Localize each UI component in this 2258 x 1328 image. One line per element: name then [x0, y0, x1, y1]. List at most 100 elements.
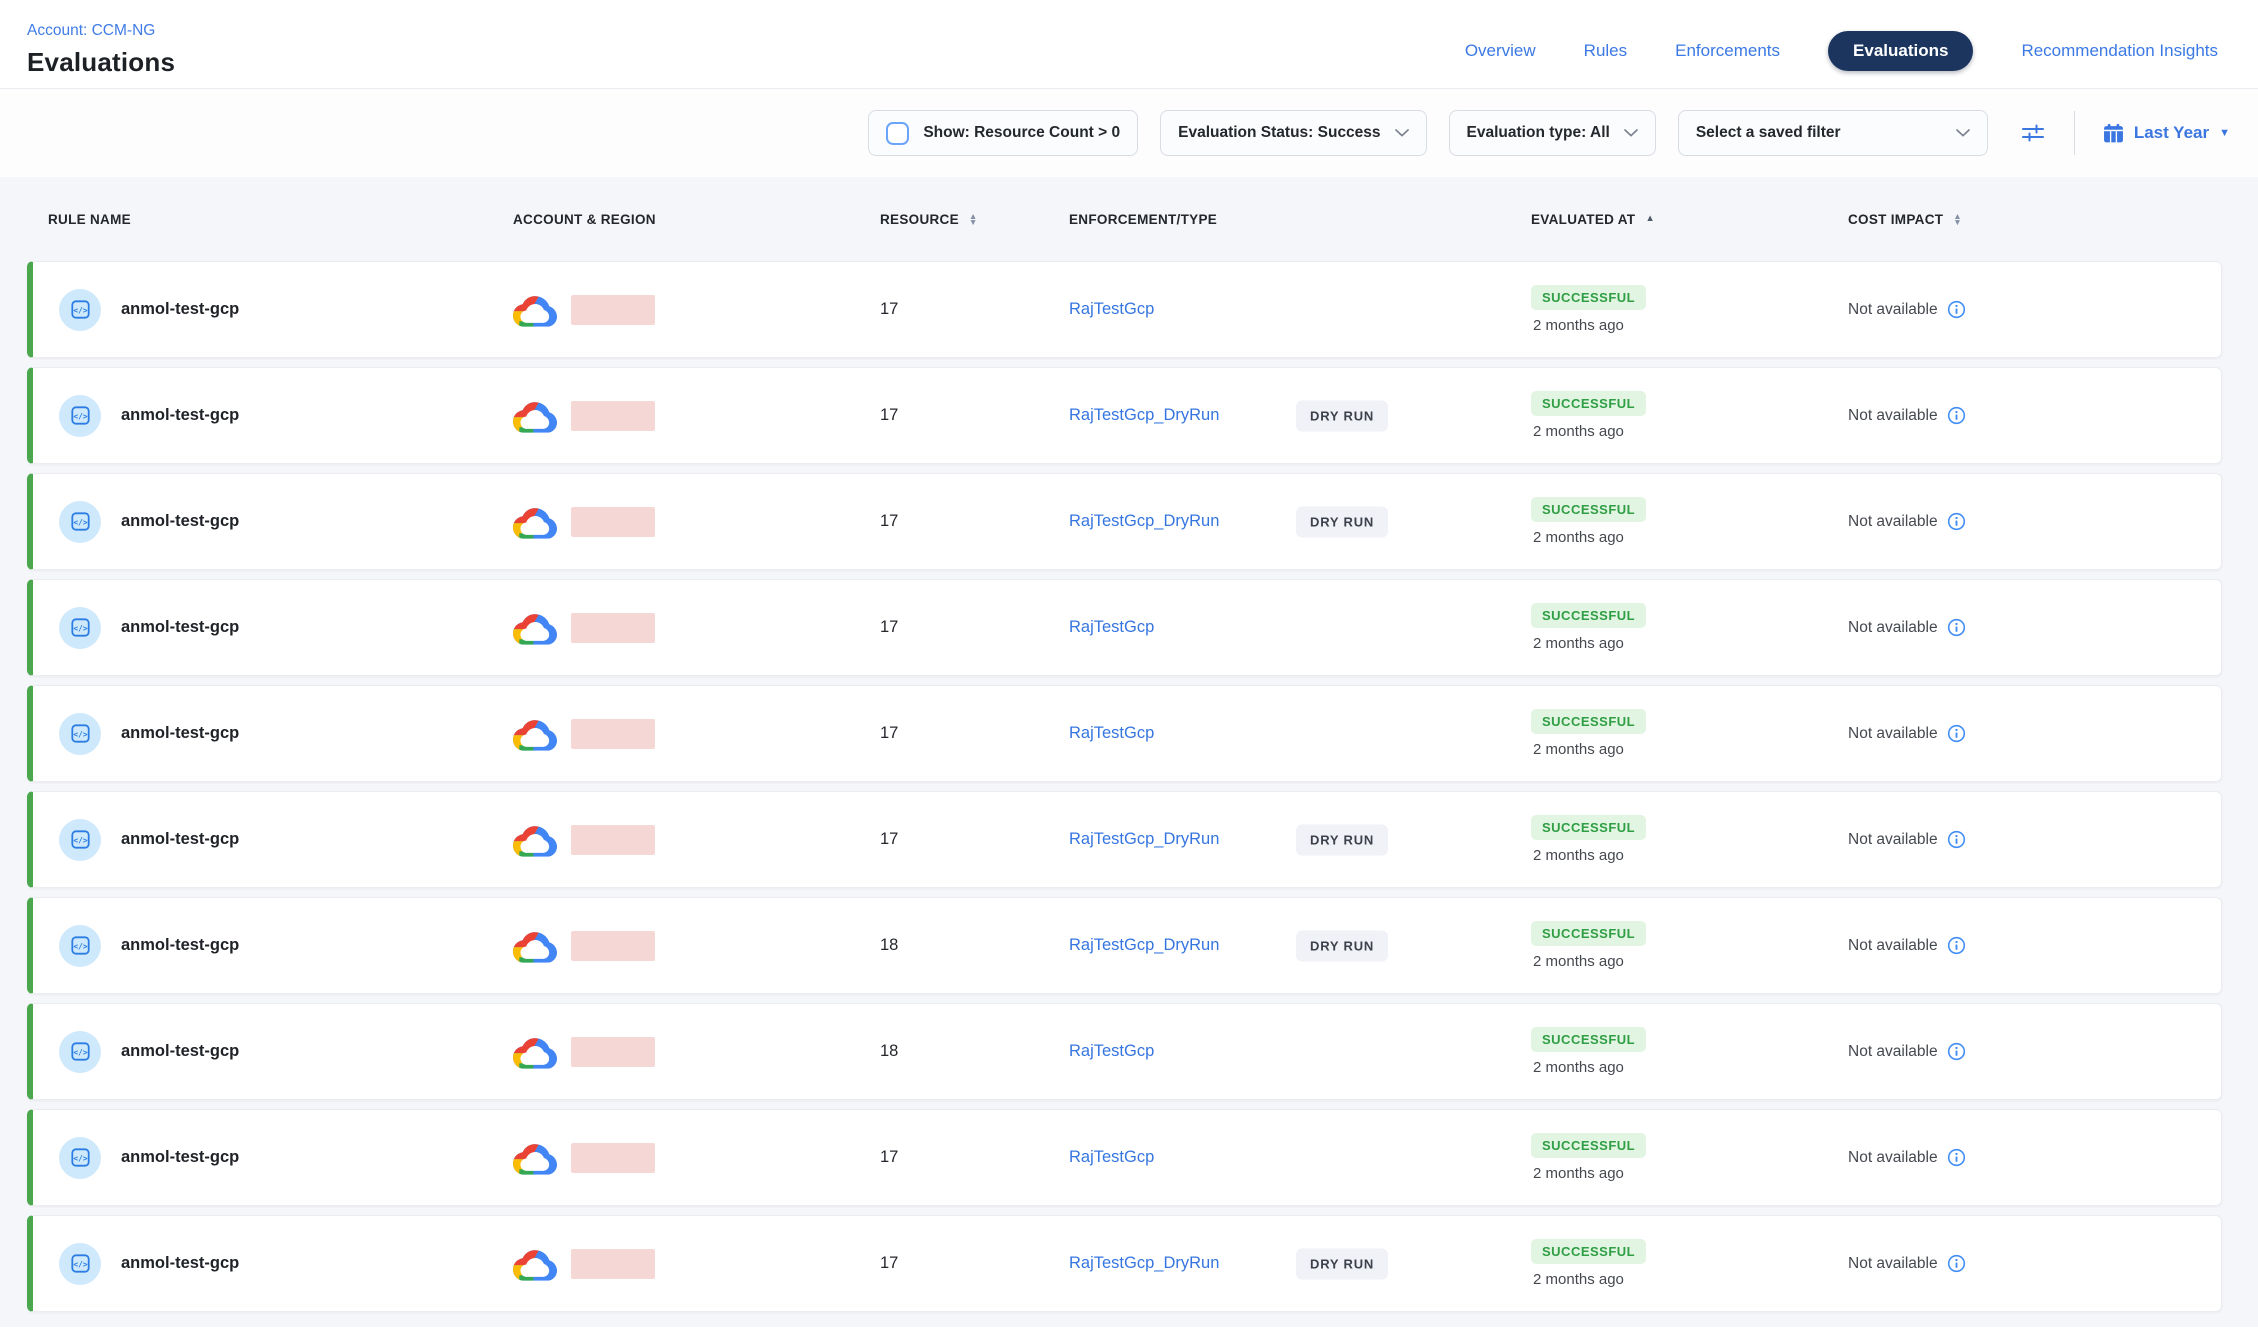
evaluation-type-dropdown[interactable]: Evaluation type: All — [1449, 110, 1656, 156]
info-icon[interactable] — [1947, 830, 1966, 849]
evaluation-status-dropdown[interactable]: Evaluation Status: Success — [1160, 110, 1426, 156]
table-row[interactable]: anmol-test-gcp 17 RajTestGcp SUCCESSFUL … — [27, 579, 2222, 676]
tab-recommendation-insights[interactable]: Recommendation Insights — [2021, 31, 2218, 71]
date-range-picker[interactable]: Last Year ▼ — [2103, 123, 2230, 144]
cost-impact-cell: Not available — [1848, 1148, 2221, 1167]
gcp-cloud-icon — [513, 1246, 557, 1281]
table-row[interactable]: anmol-test-gcp 17 RajTestGcp SUCCESSFUL … — [27, 261, 2222, 358]
account-breadcrumb[interactable]: Account: CCM-NG — [27, 22, 155, 40]
evaluated-at-cell: SUCCESSFUL 2 months ago — [1531, 1239, 1848, 1288]
rule-icon — [59, 713, 101, 755]
enforcement-link[interactable]: RajTestGcp — [1069, 300, 1154, 319]
table-row[interactable]: anmol-test-gcp 17 RajTestGcp SUCCESSFUL … — [27, 1109, 2222, 1206]
info-icon[interactable] — [1947, 512, 1966, 531]
cost-impact-value: Not available — [1848, 937, 1938, 955]
evaluated-time: 2 months ago — [1531, 847, 1624, 864]
enforcement-link[interactable]: RajTestGcp_DryRun — [1069, 1254, 1219, 1273]
rule-name: anmol-test-gcp — [121, 512, 239, 531]
code-rule-icon — [70, 405, 91, 426]
enforcement-cell: RajTestGcp_DryRun DRY RUN — [1069, 406, 1531, 425]
table-row[interactable]: anmol-test-gcp 18 RajTestGcp SUCCESSFUL … — [27, 1003, 2222, 1100]
evaluated-time: 2 months ago — [1531, 1271, 1624, 1288]
enforcement-link[interactable]: RajTestGcp_DryRun — [1069, 512, 1219, 531]
resource-count-cell: 18 — [844, 1042, 1069, 1061]
tab-evaluations[interactable]: Evaluations — [1828, 31, 1973, 71]
info-icon[interactable] — [1947, 724, 1966, 743]
table-row[interactable]: anmol-test-gcp 17 RajTestGcp SUCCESSFUL … — [27, 685, 2222, 782]
cost-impact-cell: Not available — [1848, 406, 2221, 425]
rule-icon — [59, 819, 101, 861]
account-region-cell — [513, 822, 844, 857]
sliders-icon — [2020, 120, 2046, 146]
rule-name: anmol-test-gcp — [121, 830, 239, 849]
enforcement-link[interactable]: RajTestGcp — [1069, 618, 1154, 637]
enforcement-link[interactable]: RajTestGcp — [1069, 1148, 1154, 1167]
enforcement-link[interactable]: RajTestGcp_DryRun — [1069, 830, 1219, 849]
enforcement-link[interactable]: RajTestGcp — [1069, 1042, 1154, 1061]
redacted-account-name — [571, 1143, 655, 1173]
gcp-cloud-icon — [513, 1140, 557, 1175]
enforcement-link[interactable]: RajTestGcp — [1069, 724, 1154, 743]
cost-impact-cell: Not available — [1848, 618, 2221, 637]
filter-settings-button[interactable] — [2020, 120, 2046, 146]
evaluated-at-cell: SUCCESSFUL 2 months ago — [1531, 815, 1848, 864]
table-header-row: RULE NAME ACCOUNT & REGION RESOURCE ▲▼ E… — [27, 177, 2222, 261]
status-badge: SUCCESSFUL — [1531, 285, 1646, 310]
rule-name: anmol-test-gcp — [121, 618, 239, 637]
resource-count-filter[interactable]: Show: Resource Count > 0 — [868, 110, 1138, 156]
column-header-cost-impact[interactable]: COST IMPACT ▲▼ — [1848, 212, 2222, 227]
saved-filter-dropdown[interactable]: Select a saved filter — [1678, 110, 1988, 156]
rule-icon — [59, 1137, 101, 1179]
evaluated-at-cell: SUCCESSFUL 2 months ago — [1531, 1027, 1848, 1076]
tab-enforcements[interactable]: Enforcements — [1675, 31, 1780, 71]
table-row[interactable]: anmol-test-gcp 17 RajTestGcp_DryRun DRY … — [27, 791, 2222, 888]
evaluated-time: 2 months ago — [1531, 423, 1624, 440]
evaluated-time: 2 months ago — [1531, 529, 1624, 546]
redacted-account-name — [571, 1249, 655, 1279]
resource-count-checkbox[interactable] — [886, 122, 909, 145]
table-row[interactable]: anmol-test-gcp 17 RajTestGcp_DryRun DRY … — [27, 473, 2222, 570]
info-icon[interactable] — [1947, 300, 1966, 319]
info-icon[interactable] — [1947, 1042, 1966, 1061]
evaluated-at-cell: SUCCESSFUL 2 months ago — [1531, 1133, 1848, 1182]
account-region-cell — [513, 928, 844, 963]
gcp-cloud-icon — [513, 398, 557, 433]
info-icon[interactable] — [1947, 1254, 1966, 1273]
rule-name-cell: anmol-test-gcp — [33, 713, 513, 755]
tab-rules[interactable]: Rules — [1584, 31, 1627, 71]
evaluated-at-cell: SUCCESSFUL 2 months ago — [1531, 285, 1848, 334]
sort-icon[interactable]: ▲▼ — [1953, 213, 1962, 225]
info-icon[interactable] — [1947, 618, 1966, 637]
info-icon[interactable] — [1947, 1148, 1966, 1167]
sort-icon[interactable]: ▲▼ — [969, 213, 978, 225]
table-row[interactable]: anmol-test-gcp 17 RajTestGcp_DryRun DRY … — [27, 1215, 2222, 1312]
rule-name-cell: anmol-test-gcp — [33, 1243, 513, 1285]
info-icon[interactable] — [1947, 406, 1966, 425]
enforcement-link[interactable]: RajTestGcp_DryRun — [1069, 936, 1219, 955]
info-icon[interactable] — [1947, 936, 1966, 955]
rule-name-cell: anmol-test-gcp — [33, 501, 513, 543]
table-row[interactable]: anmol-test-gcp 18 RajTestGcp_DryRun DRY … — [27, 897, 2222, 994]
account-region-cell — [513, 292, 844, 327]
evaluated-at-cell: SUCCESSFUL 2 months ago — [1531, 497, 1848, 546]
code-rule-icon — [70, 1147, 91, 1168]
rule-name-cell: anmol-test-gcp — [33, 1137, 513, 1179]
column-header-resource[interactable]: RESOURCE ▲▼ — [844, 212, 1069, 227]
page-header: Account: CCM-NG Evaluations Overview Rule… — [0, 0, 2258, 89]
column-header-enforcement-type: ENFORCEMENT/TYPE — [1069, 212, 1531, 227]
status-badge: SUCCESSFUL — [1531, 391, 1646, 416]
enforcement-cell: RajTestGcp — [1069, 618, 1531, 637]
gcp-cloud-icon — [513, 928, 557, 963]
tab-overview[interactable]: Overview — [1465, 31, 1536, 71]
rule-icon — [59, 501, 101, 543]
column-header-evaluated-at[interactable]: EVALUATED AT ▲ — [1531, 212, 1848, 227]
cost-impact-cell: Not available — [1848, 1254, 2221, 1273]
account-region-cell — [513, 610, 844, 645]
date-range-label: Last Year — [2134, 123, 2209, 143]
resource-count-cell: 17 — [844, 1148, 1069, 1167]
cost-impact-value: Not available — [1848, 407, 1938, 425]
table-row[interactable]: anmol-test-gcp 17 RajTestGcp_DryRun DRY … — [27, 367, 2222, 464]
sort-asc-icon[interactable]: ▲ — [1645, 214, 1655, 224]
evaluated-at-cell: SUCCESSFUL 2 months ago — [1531, 709, 1848, 758]
enforcement-link[interactable]: RajTestGcp_DryRun — [1069, 406, 1219, 425]
